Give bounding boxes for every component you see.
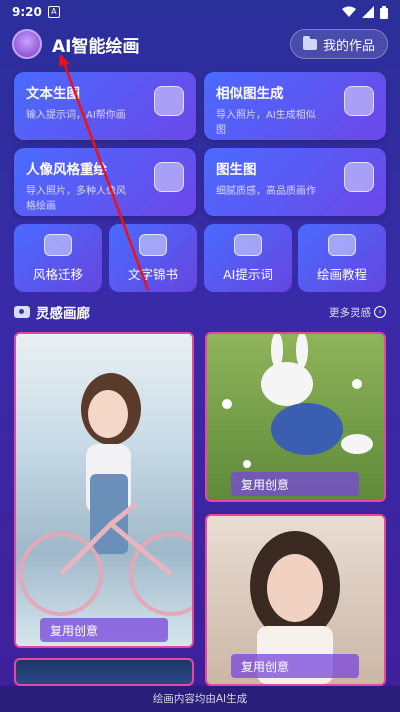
wifi-icon	[342, 6, 356, 17]
gallery-item-girl-bicycle[interactable]: 复用创意	[14, 332, 194, 648]
notification-badge-icon: A	[47, 6, 60, 18]
tile-label: 绘画教程	[316, 266, 367, 282]
feature-desc: 细腻质感，高品质画作	[216, 186, 316, 197]
ai-prompt-icon	[234, 233, 262, 256]
style-transfer-icon	[44, 233, 72, 256]
status-bar: 9:20 A	[0, 0, 400, 24]
gallery-item-rabbit[interactable]: 复用创意	[205, 332, 386, 502]
feature-card-similar-image[interactable]: 相似图生成 导入照片，AI生成相似图	[204, 72, 386, 140]
battery-icon	[380, 5, 388, 19]
tile-drawing-tutorial[interactable]: 绘画教程	[298, 224, 386, 292]
reuse-idea-label: 复用创意	[241, 477, 290, 492]
gallery-item-portrait[interactable]: 复用创意	[205, 514, 386, 686]
app-header: AI智能绘画 我的作品	[12, 26, 388, 62]
reuse-idea-button[interactable]: 复用创意	[40, 618, 168, 642]
reuse-idea-label: 复用创意	[50, 623, 99, 638]
more-inspiration-link[interactable]: 更多灵感 ›	[329, 305, 386, 320]
section-title: 灵感画廊	[36, 306, 90, 322]
feature-card-text-to-image[interactable]: 文本生图 输入提示词，AI帮你画	[14, 72, 196, 140]
feature-desc: 导入照片，AI生成相似图	[216, 110, 316, 136]
portrait-style-icon	[154, 162, 184, 192]
more-label: 更多灵感	[329, 306, 371, 319]
girl-bicycle-illustration	[19, 373, 192, 616]
reuse-idea-label: 复用创意	[241, 659, 290, 674]
camera-icon	[14, 306, 30, 318]
feature-card-portrait-style[interactable]: 人像风格重绘 导入照片，多种人像风格绘画	[14, 148, 196, 216]
gallery-item-partial[interactable]	[14, 658, 194, 686]
similar-image-icon	[344, 86, 374, 116]
drawing-tutorial-icon	[328, 233, 356, 256]
tile-text-brocade[interactable]: 文字锦书	[109, 224, 197, 292]
reuse-idea-button[interactable]: 复用创意	[231, 472, 359, 496]
tile-label: 文字锦书	[127, 266, 178, 282]
tile-ai-prompt[interactable]: AI提示词	[204, 224, 292, 292]
folder-icon	[302, 35, 317, 50]
tile-label: 风格迁移	[32, 266, 83, 282]
status-icons	[342, 5, 388, 19]
tile-style-transfer[interactable]: 风格迁移	[14, 224, 102, 292]
chevron-right-icon: ›	[374, 306, 386, 318]
feature-card-image-to-image[interactable]: 图生图 细腻质感，高品质画作	[204, 148, 386, 216]
status-time: 9:20	[12, 5, 42, 19]
feature-desc: 导入照片，多种人像风格绘画	[26, 186, 126, 212]
signal-icon	[362, 6, 374, 18]
footer-note: 绘画内容均由AI生成	[0, 686, 400, 712]
avatar[interactable]	[12, 29, 42, 59]
page-title: AI智能绘画	[52, 36, 140, 57]
text-to-image-icon	[154, 86, 184, 116]
feature-desc: 输入提示词，AI帮你画	[26, 110, 126, 121]
tile-label: AI提示词	[223, 266, 273, 282]
inspiration-section-header: 灵感画廊 更多灵感 ›	[14, 300, 386, 324]
reuse-idea-button[interactable]: 复用创意	[231, 654, 359, 678]
my-works-button[interactable]: 我的作品	[289, 29, 388, 59]
my-works-label: 我的作品	[322, 38, 375, 54]
image-to-image-icon	[344, 162, 374, 192]
text-brocade-icon	[139, 233, 167, 256]
